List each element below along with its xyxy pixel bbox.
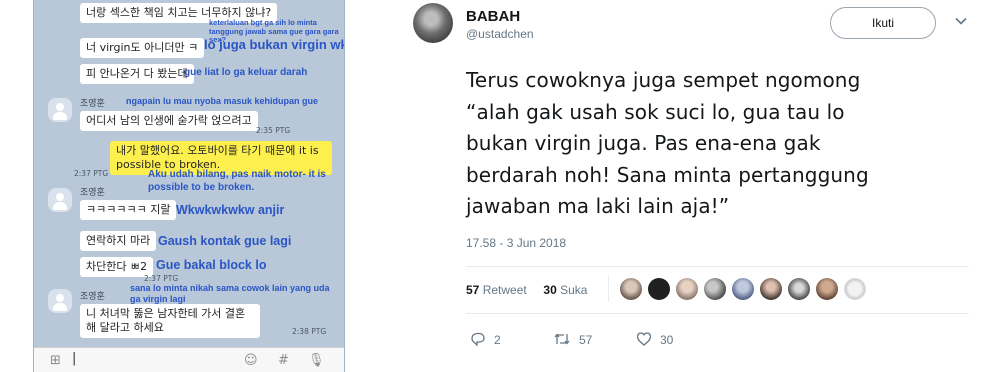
chat-translation: Gaush kontak gue lagi	[158, 234, 292, 248]
heart-icon	[636, 332, 652, 346]
chat-translation: sana lo minta nikah sama cowok lain yang…	[130, 283, 330, 304]
sender-name: 조영훈	[80, 292, 105, 302]
like-action-count: 30	[660, 333, 674, 347]
sender-avatar	[48, 188, 72, 212]
sender-avatar	[48, 98, 72, 122]
chat-translation: Aku udah bilang, pas naik motor- it is p…	[148, 169, 326, 193]
divider	[466, 266, 969, 267]
like-action[interactable]: 30	[636, 331, 673, 347]
chat-translation: gue liat lo ga keluar darah	[184, 67, 308, 78]
chat-translation: lo juga bukan virgin wk	[204, 37, 345, 52]
retweet-action[interactable]: 57	[553, 331, 592, 347]
chat-screenshot: 너랑 섹스한 책임 치고는 너무하지 않냐? keterlaluan bgt g…	[33, 0, 345, 372]
chat-bubble: 연락하지 마라	[80, 231, 157, 251]
chat-bubble: 니 처녀막 뚫은 남자한테 가서 결혼해 달라고 하세요	[80, 304, 260, 338]
chat-input-bar[interactable]: ⊞ | ☺ # 🎙	[34, 347, 344, 372]
divider	[466, 313, 969, 314]
tweet-timestamp[interactable]: 17.58 - 3 Jun 2018	[466, 236, 566, 250]
message-time: 2:37 PTG	[144, 274, 179, 283]
message-time: 2:35 PTG	[256, 126, 291, 135]
chat-bubble: 너 virgin도 아니더만 ㅋ	[80, 38, 205, 58]
retweet-count[interactable]: 57	[466, 283, 479, 297]
message-time: 2:38 PTG	[292, 327, 327, 336]
liker-avatar[interactable]	[620, 278, 642, 300]
chat-bubble: 피 안나온거 다 봤는데	[80, 64, 194, 84]
display-name[interactable]: BABAH	[466, 8, 520, 25]
liker-avatar[interactable]	[648, 278, 670, 300]
chat-bubble: 차단한다 ㅃ2	[80, 257, 154, 277]
chat-translation: ngapain lu mau nyoba masuk kehidupan gue	[126, 96, 319, 106]
tweet-text-line: bukan virgin juga. Pas ena-ena gak	[466, 131, 821, 155]
liker-avatar[interactable]	[732, 278, 754, 300]
sender-name: 조영훈	[80, 188, 105, 198]
reply-action[interactable]: 2	[470, 331, 501, 347]
sender-avatar	[48, 289, 72, 313]
stats-divider	[608, 276, 609, 302]
message-time: 2:37 PTG	[74, 169, 109, 178]
reply-icon	[471, 332, 485, 347]
mic-icon[interactable]: 🎙	[308, 353, 325, 368]
chat-translation: Gue bakal block lo	[156, 258, 267, 272]
tweet-text: Terus cowoknya juga sempet ngomong “alah…	[466, 65, 946, 223]
emoji-icon[interactable]: ☺	[244, 353, 258, 368]
liker-avatar[interactable]	[704, 278, 726, 300]
text-cursor: |	[72, 351, 77, 366]
liker-avatar[interactable]	[760, 278, 782, 300]
liker-avatar[interactable]	[844, 278, 866, 300]
hash-icon[interactable]: #	[278, 353, 289, 368]
tweet-stats: 57 Retweet 30 Suka	[466, 283, 587, 297]
retweet-label[interactable]: Retweet	[483, 283, 527, 297]
tweet-text-line: “alah gak usah sok suci lo, gua tau lo	[466, 99, 845, 124]
chat-bubble: ㅋㅋㅋㅋㅋㅋ 지랄	[80, 200, 177, 220]
plus-icon[interactable]: ⊞	[50, 353, 61, 368]
chat-bubble: 어디서 남의 인생에 숟가락 얹으려고	[80, 111, 258, 131]
like-label[interactable]: Suka	[560, 283, 587, 297]
reply-count: 2	[494, 333, 501, 347]
tweet-text-line: berdarah noh! Sana minta pertanggung	[466, 162, 869, 187]
sender-name: 조영훈	[80, 99, 105, 109]
tweet-text-line: jawaban ma laki lain aja!”	[466, 194, 730, 218]
follow-button[interactable]: Ikuti	[830, 7, 936, 39]
retweet-icon	[554, 333, 570, 345]
retweet-action-count: 57	[579, 333, 593, 347]
liker-avatar[interactable]	[788, 278, 810, 300]
tweet-text-line: Terus cowoknya juga sempet ngomong	[466, 68, 861, 92]
liker-avatar[interactable]	[816, 278, 838, 300]
profile-avatar[interactable]	[413, 3, 453, 43]
user-handle[interactable]: @ustadchen	[466, 27, 534, 41]
liker-avatar[interactable]	[676, 278, 698, 300]
chevron-down-icon[interactable]	[954, 14, 968, 28]
like-count[interactable]: 30	[543, 283, 556, 297]
chat-translation: Wkwkwkwkw anjir	[176, 203, 285, 217]
